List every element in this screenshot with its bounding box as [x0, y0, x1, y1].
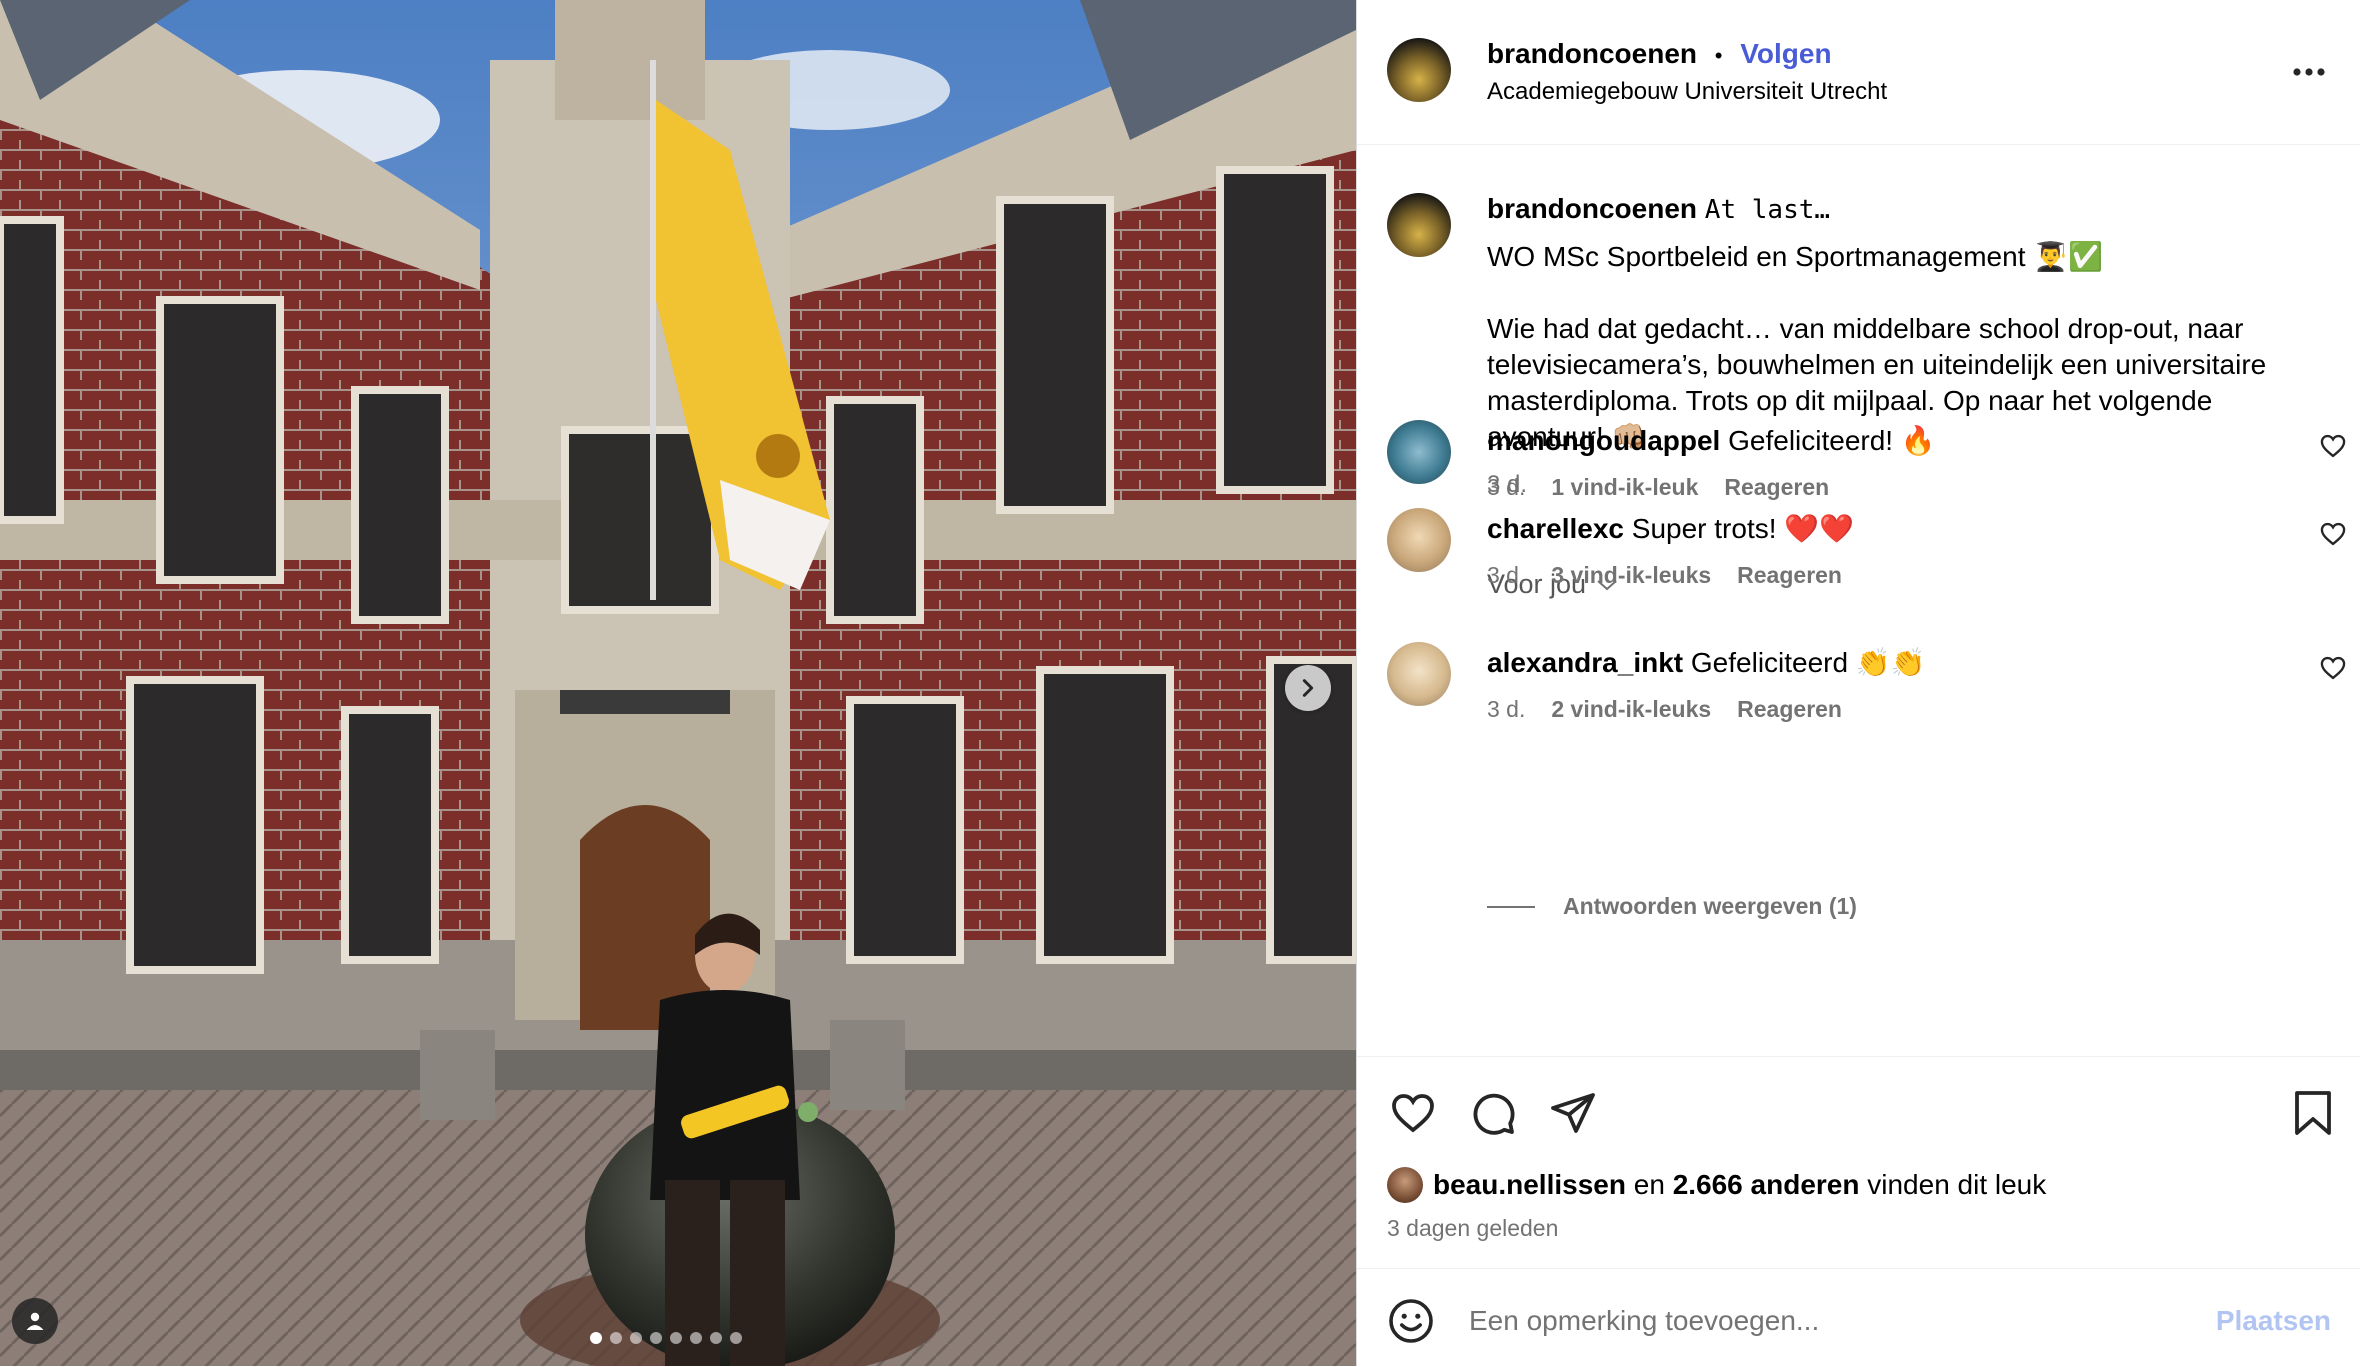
post-header: brandoncoenen • Volgen Academiegebouw Un…: [1357, 0, 2360, 145]
post-comment-button[interactable]: Plaatsen: [2216, 1305, 2331, 1337]
carousel-dot: [610, 1332, 622, 1344]
comment-text-line: manongoudappel Gefeliciteerd! 🔥: [1487, 424, 1936, 457]
likes-connector: en: [1633, 1169, 1665, 1200]
more-options-button[interactable]: [2287, 52, 2331, 92]
carousel-indicator: [590, 1332, 742, 1344]
replies-divider: [1487, 905, 1535, 908]
paper-plane-icon: [1551, 1093, 1595, 1133]
commenter-avatar[interactable]: [1387, 420, 1451, 484]
author-username[interactable]: brandoncoenen: [1487, 38, 1697, 69]
next-slide-button[interactable]: [1285, 665, 1331, 711]
view-replies-label: Antwoorden weergeven (1): [1563, 893, 1857, 919]
comment-item: alexandra_inkt Gefeliciteerd 👏👏 3 d. 2 v…: [1387, 642, 2347, 742]
post-photo: [0, 0, 1356, 1366]
reply-button[interactable]: Reageren: [1737, 696, 1842, 723]
comment-meta: 3 d. 2 vind-ik-leuks Reageren: [1487, 696, 1842, 723]
emoji-icon[interactable]: [1387, 1297, 1435, 1345]
like-button[interactable]: [1387, 1087, 1439, 1139]
more-horizontal-icon: [2293, 68, 2325, 76]
comment-text-line: charellexc Super trots! ❤️❤️: [1487, 512, 1854, 545]
view-replies-button[interactable]: Antwoorden weergeven (1): [1487, 893, 1857, 920]
comments-list[interactable]: brandoncoenen At last… WO MSc Sportbelei…: [1357, 145, 2360, 1055]
heart-icon[interactable]: [2319, 654, 2347, 682]
comment-meta: 3 d. 1 vind-ik-leuk Reageren: [1487, 474, 1829, 501]
comment-bubble-icon: [1473, 1093, 1515, 1135]
author-avatar[interactable]: [1387, 38, 1451, 102]
instagram-post-view: brandoncoenen • Volgen Academiegebouw Un…: [0, 0, 2360, 1366]
commenter-username[interactable]: alexandra_inkt: [1487, 647, 1683, 678]
caption-first-line: brandoncoenen At last…: [1487, 193, 1830, 225]
location-link[interactable]: Academiegebouw Universiteit Utrecht: [1487, 78, 1887, 106]
caption-avatar[interactable]: [1387, 193, 1451, 257]
comment-text: Gefeliciteerd! 🔥: [1728, 425, 1936, 456]
caption-line-degree: WO MSc Sportbeleid en Sportmanagement 👨‍…: [1487, 241, 2103, 272]
comment-text: Super trots! ❤️❤️: [1631, 513, 1855, 544]
liker-username[interactable]: beau.nellissen: [1433, 1169, 1626, 1200]
comment-meta: 3 d. 3 vind-ik-leuks Reageren: [1487, 562, 1842, 589]
carousel-dot: [690, 1332, 702, 1344]
caption-opening: At last…: [1704, 195, 1831, 225]
comment-text: Gefeliciteerd 👏👏: [1690, 647, 1926, 678]
user-tag-icon: [26, 1312, 44, 1330]
carousel-dot: [650, 1332, 662, 1344]
save-button[interactable]: [2287, 1087, 2339, 1139]
comment-input[interactable]: [1467, 1293, 2171, 1349]
carousel-dot: [630, 1332, 642, 1344]
post-sidebar: brandoncoenen • Volgen Academiegebouw Un…: [1356, 0, 2360, 1366]
caption-username[interactable]: brandoncoenen: [1487, 193, 1697, 224]
carousel-dot: [710, 1332, 722, 1344]
heart-icon[interactable]: [2319, 520, 2347, 548]
commenter-avatar[interactable]: [1387, 508, 1451, 572]
comment-item: manongoudappel Gefeliciteerd! 🔥 3 d. 1 v…: [1387, 420, 2347, 520]
reply-button[interactable]: Reageren: [1724, 474, 1829, 501]
post-media[interactable]: [0, 0, 1356, 1366]
heart-icon[interactable]: [2319, 432, 2347, 460]
carousel-dot: [590, 1332, 602, 1344]
likes-count[interactable]: 2.666 anderen: [1673, 1169, 1860, 1200]
heart-icon: [1392, 1094, 1434, 1133]
comment-likes[interactable]: 2 vind-ik-leuks: [1551, 696, 1711, 723]
likes-summary: beau.nellissen en 2.666 anderen vinden d…: [1387, 1167, 2046, 1203]
comment-time: 3 d.: [1487, 474, 1526, 500]
comment-time: 3 d.: [1487, 696, 1526, 722]
chevron-right-icon: [1302, 679, 1314, 697]
liker-avatar[interactable]: [1387, 1167, 1423, 1203]
comment-likes[interactable]: 3 vind-ik-leuks: [1551, 562, 1711, 589]
tagged-users-button[interactable]: [12, 1298, 58, 1344]
add-comment-bar: Plaatsen: [1357, 1268, 2360, 1367]
commenter-username[interactable]: manongoudappel: [1487, 425, 1720, 456]
carousel-dot: [670, 1332, 682, 1344]
reply-button[interactable]: Reageren: [1737, 562, 1842, 589]
comment-likes[interactable]: 1 vind-ik-leuk: [1551, 474, 1698, 501]
post-timestamp[interactable]: 3 dagen geleden: [1387, 1215, 1558, 1242]
commenter-avatar[interactable]: [1387, 642, 1451, 706]
likes-suffix: vinden dit leuk: [1867, 1169, 2047, 1200]
comment-item: charellexc Super trots! ❤️❤️ 3 d. 3 vind…: [1387, 508, 2347, 608]
post-actions: beau.nellissen en 2.666 anderen vinden d…: [1357, 1056, 2360, 1267]
comment-text-line: alexandra_inkt Gefeliciteerd 👏👏: [1487, 646, 1926, 679]
header-user-line: brandoncoenen • Volgen: [1487, 38, 1832, 70]
commenter-username[interactable]: charellexc: [1487, 513, 1624, 544]
comment-time: 3 d.: [1487, 562, 1526, 588]
follow-button[interactable]: Volgen: [1740, 38, 1831, 69]
carousel-dot: [730, 1332, 742, 1344]
bookmark-icon: [2295, 1091, 2331, 1135]
comment-button[interactable]: [1467, 1087, 1519, 1139]
share-button[interactable]: [1547, 1087, 1599, 1139]
separator-dot: •: [1714, 43, 1723, 68]
